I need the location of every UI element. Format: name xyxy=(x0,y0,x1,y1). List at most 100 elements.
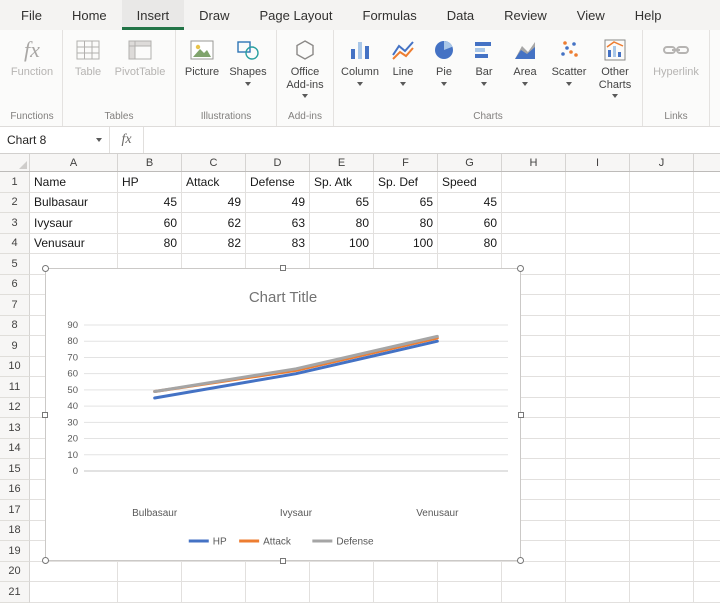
column-header-a[interactable]: A xyxy=(30,154,118,171)
cell-i1[interactable] xyxy=(566,172,630,193)
tab-help[interactable]: Help xyxy=(620,0,677,30)
cell-i14[interactable] xyxy=(566,439,630,460)
tab-view[interactable]: View xyxy=(562,0,620,30)
scatter-chart-button[interactable]: Scatter xyxy=(546,30,592,86)
legend-label-attack[interactable]: Attack xyxy=(263,537,292,548)
cell-i10[interactable] xyxy=(566,357,630,378)
embedded-chart[interactable]: 0102030405060708090BulbasaurIvysaurVenus… xyxy=(45,268,521,561)
cell-b21[interactable] xyxy=(118,582,182,603)
column-header-d[interactable]: D xyxy=(246,154,310,171)
cell-e1[interactable]: Sp. Atk xyxy=(310,172,374,193)
cell-f21[interactable] xyxy=(374,582,438,603)
cell-e3[interactable]: 80 xyxy=(310,213,374,234)
cell-j7[interactable] xyxy=(630,295,694,316)
row-header-16[interactable]: 16 xyxy=(0,480,30,501)
cell-j6[interactable] xyxy=(630,275,694,296)
row-header-18[interactable]: 18 xyxy=(0,521,30,542)
cell-j16[interactable] xyxy=(630,480,694,501)
cell-a1[interactable]: Name xyxy=(30,172,118,193)
cell-c1[interactable]: Attack xyxy=(182,172,246,193)
column-header-b[interactable]: B xyxy=(118,154,182,171)
cell-i16[interactable] xyxy=(566,480,630,501)
cell-i11[interactable] xyxy=(566,377,630,398)
cell-c3[interactable]: 62 xyxy=(182,213,246,234)
cell-i9[interactable] xyxy=(566,336,630,357)
cell-g3[interactable]: 60 xyxy=(438,213,502,234)
cell-i19[interactable] xyxy=(566,541,630,562)
column-header-f[interactable]: F xyxy=(374,154,438,171)
row-header-5[interactable]: 5 xyxy=(0,254,30,275)
cell-b1[interactable]: HP xyxy=(118,172,182,193)
pie-chart-button[interactable]: Pie xyxy=(424,30,464,86)
cell-j3[interactable] xyxy=(630,213,694,234)
cell-j5[interactable] xyxy=(630,254,694,275)
column-header-g[interactable]: G xyxy=(438,154,502,171)
column-header-h[interactable]: H xyxy=(502,154,566,171)
cell-i4[interactable] xyxy=(566,234,630,255)
row-header-1[interactable]: 1 xyxy=(0,172,30,193)
tab-file[interactable]: File xyxy=(6,0,57,30)
tab-page-layout[interactable]: Page Layout xyxy=(245,0,348,30)
cell-a20[interactable] xyxy=(30,562,118,583)
cell-c4[interactable]: 82 xyxy=(182,234,246,255)
shapes-button[interactable]: Shapes xyxy=(224,30,272,86)
column-header-j[interactable]: J xyxy=(630,154,694,171)
cell-a4[interactable]: Venusaur xyxy=(30,234,118,255)
office-addins-button[interactable]: Office Add-ins xyxy=(281,30,329,98)
cell-b4[interactable]: 80 xyxy=(118,234,182,255)
row-header-8[interactable]: 8 xyxy=(0,316,30,337)
cell-h3[interactable] xyxy=(502,213,566,234)
cell-i20[interactable] xyxy=(566,562,630,583)
column-header-i[interactable]: I xyxy=(566,154,630,171)
bar-chart-button[interactable]: Bar xyxy=(464,30,504,86)
row-header-6[interactable]: 6 xyxy=(0,275,30,296)
cell-a21[interactable] xyxy=(30,582,118,603)
selection-handle-bottom-middle[interactable] xyxy=(280,558,286,564)
selection-handle-middle-right[interactable] xyxy=(518,412,524,418)
cell-e21[interactable] xyxy=(310,582,374,603)
legend-label-defense[interactable]: Defense xyxy=(336,537,374,548)
cell-d20[interactable] xyxy=(246,562,310,583)
cell-f3[interactable]: 80 xyxy=(374,213,438,234)
row-header-14[interactable]: 14 xyxy=(0,439,30,460)
cell-j21[interactable] xyxy=(630,582,694,603)
cell-h20[interactable] xyxy=(502,562,566,583)
column-chart-button[interactable]: Column xyxy=(338,30,382,86)
cell-d4[interactable]: 83 xyxy=(246,234,310,255)
cell-j1[interactable] xyxy=(630,172,694,193)
row-header-17[interactable]: 17 xyxy=(0,500,30,521)
formula-input[interactable] xyxy=(144,127,720,153)
picture-button[interactable]: Picture xyxy=(180,30,224,79)
cell-d1[interactable]: Defense xyxy=(246,172,310,193)
cell-i6[interactable] xyxy=(566,275,630,296)
legend-label-hp[interactable]: HP xyxy=(213,537,227,548)
row-header-13[interactable]: 13 xyxy=(0,418,30,439)
selection-handle-top-middle[interactable] xyxy=(280,265,286,271)
cell-h21[interactable] xyxy=(502,582,566,603)
tab-home[interactable]: Home xyxy=(57,0,122,30)
cell-g20[interactable] xyxy=(438,562,502,583)
tab-data[interactable]: Data xyxy=(432,0,489,30)
other-charts-button[interactable]: Other Charts xyxy=(592,30,638,98)
row-header-3[interactable]: 3 xyxy=(0,213,30,234)
name-box[interactable]: Chart 8 xyxy=(0,127,110,153)
column-header-e[interactable]: E xyxy=(310,154,374,171)
cell-b20[interactable] xyxy=(118,562,182,583)
cell-i15[interactable] xyxy=(566,459,630,480)
cell-f2[interactable]: 65 xyxy=(374,193,438,214)
cell-j20[interactable] xyxy=(630,562,694,583)
cell-g2[interactable]: 45 xyxy=(438,193,502,214)
cell-g4[interactable]: 80 xyxy=(438,234,502,255)
row-header-2[interactable]: 2 xyxy=(0,193,30,214)
selection-handle-middle-left[interactable] xyxy=(42,412,48,418)
chart-title[interactable]: Chart Title xyxy=(249,289,317,306)
row-header-15[interactable]: 15 xyxy=(0,459,30,480)
insert-function-button[interactable]: fx xyxy=(110,127,144,153)
cell-d21[interactable] xyxy=(246,582,310,603)
area-chart-button[interactable]: Area xyxy=(504,30,546,86)
select-all-corner[interactable] xyxy=(0,154,30,171)
row-header-19[interactable]: 19 xyxy=(0,541,30,562)
row-header-9[interactable]: 9 xyxy=(0,336,30,357)
cell-g1[interactable]: Speed xyxy=(438,172,502,193)
cell-d2[interactable]: 49 xyxy=(246,193,310,214)
